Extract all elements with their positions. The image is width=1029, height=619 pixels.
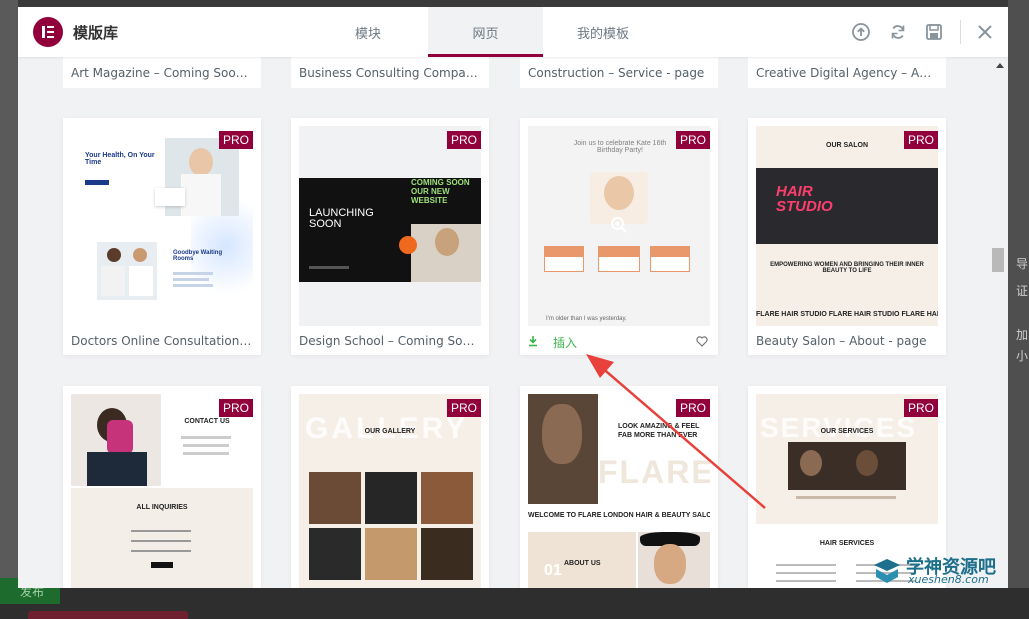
template-title: Doctors Online Consultation -H...: [71, 334, 253, 348]
bg-text: 小: [1016, 349, 1029, 363]
template-thumbnail[interactable]: CONTACT US ALL INQUIRIES: [71, 394, 253, 588]
insert-button[interactable]: 插入: [553, 334, 577, 351]
thumb-sign: HAIR STUDIO: [776, 183, 833, 215]
thumb-subtitle: HAIR SERVICES: [819, 540, 875, 547]
template-thumbnail[interactable]: LAUNCHING SOON COMING SOON OUR NEW WEBSI…: [299, 126, 481, 326]
thumb-headline: Your Health, On Your Time: [85, 152, 155, 166]
save-icon[interactable]: [924, 22, 944, 42]
zoom-icon[interactable]: [610, 216, 628, 234]
template-card[interactable]: LAUNCHING SOON COMING SOON OUR NEW WEBSI…: [291, 118, 489, 355]
thumb-inquiries: ALL INQUIRIES: [136, 504, 188, 511]
elementor-logo-icon: [33, 17, 63, 47]
heart-icon[interactable]: [696, 336, 708, 347]
pro-badge: PRO: [218, 399, 253, 417]
editor-tab: [28, 611, 188, 619]
template-thumbnail[interactable]: Join us to celebrate Kate 16th Birthday …: [528, 126, 710, 326]
thumb-marquee: COMING SOON OUR NEW WEBSITE: [411, 178, 470, 205]
pro-badge: PRO: [446, 399, 481, 417]
bg-text: 加: [1016, 328, 1029, 342]
template-thumbnail[interactable]: Your Health, On Your Time Goodbye Waitin…: [71, 126, 253, 326]
template-title: Art Magazine – Coming Soon - ...: [71, 66, 253, 80]
bg-text: 导: [1016, 257, 1029, 271]
thumb-about: ABOUT US: [564, 560, 601, 567]
scrollbar-thumb[interactable]: [992, 248, 1004, 272]
pro-badge: PRO: [903, 131, 938, 149]
modal-header: 模版库 模块 网页 我的模板: [18, 7, 1008, 57]
book-logo-icon: [874, 559, 900, 583]
template-card[interactable]: GALLERY OUR GALLERY PRO: [291, 386, 489, 588]
template-title: Business Consulting Company ...: [299, 66, 481, 80]
sync-icon[interactable]: [888, 22, 908, 42]
template-card[interactable]: Construction – Service - page: [520, 57, 718, 88]
pro-badge: PRO: [675, 399, 710, 417]
template-library-modal: 模版库 模块 网页 我的模板 Art Magazine – Coming Soo…: [18, 7, 1008, 588]
tab-blocks[interactable]: 模块: [313, 7, 423, 57]
scrollbar-track[interactable]: [993, 57, 1008, 588]
template-card[interactable]: Join us to celebrate Kate 16th Birthday …: [520, 118, 718, 355]
scroll-up-arrow-icon[interactable]: [996, 63, 1004, 68]
modal-title: 模版库: [73, 24, 119, 42]
close-icon[interactable]: [975, 22, 995, 42]
template-card[interactable]: Creative Digital Agency – About...: [748, 57, 946, 88]
template-title: Beauty Salon – About - page: [756, 334, 927, 348]
watermark: 学神资源吧 xueshen8.com: [872, 553, 1002, 589]
thumb-title: OUR GALLERY: [364, 428, 416, 435]
thumb-headline: LAUNCHING SOON: [309, 207, 374, 230]
thumb-ticker: FLARE HAIR STUDIO FLARE HAIR STUDIO FLAR…: [756, 311, 938, 318]
pro-badge: PRO: [903, 399, 938, 417]
thumb-subheadline: Goodbye Waiting Rooms: [173, 250, 223, 262]
pro-badge: PRO: [446, 131, 481, 149]
thumb-banner: WELCOME TO FLARE LONDON HAIR & BEAUTY SA…: [528, 512, 710, 519]
thumb-headline: LOOK AMAZING & FEEL FAB MORE THAN EVER: [618, 423, 700, 439]
thumb-big: FLARE: [598, 454, 710, 490]
template-title: Creative Digital Agency – About...: [756, 66, 938, 80]
bg-text: 证: [1016, 284, 1029, 298]
template-title: Construction – Service - page: [528, 66, 705, 80]
editor-right-panel: 导 证 加 小: [1008, 0, 1029, 619]
pro-badge: PRO: [218, 131, 253, 149]
header-divider: [960, 20, 961, 44]
template-thumbnail[interactable]: GALLERY OUR GALLERY: [299, 394, 481, 588]
template-card[interactable]: Business Consulting Company ...: [291, 57, 489, 88]
upload-icon[interactable]: [851, 22, 871, 42]
template-card[interactable]: OUR SALON HAIR STUDIO EMPOWERING WOMEN A…: [748, 118, 946, 355]
watermark-url: xueshen8.com: [908, 573, 989, 586]
template-card[interactable]: Art Magazine – Coming Soon - ...: [63, 57, 261, 88]
pro-badge: PRO: [675, 131, 710, 149]
template-card[interactable]: Your Health, On Your Time Goodbye Waitin…: [63, 118, 261, 355]
tab-pages[interactable]: 网页: [428, 7, 543, 57]
editor-left-panel: [0, 0, 18, 619]
template-card[interactable]: LOOK AMAZING & FEEL FAB MORE THAN EVER F…: [520, 386, 718, 588]
template-thumbnail[interactable]: OUR SALON HAIR STUDIO EMPOWERING WOMEN A…: [756, 126, 938, 326]
download-icon[interactable]: [528, 336, 538, 347]
thumb-title: CONTACT US: [184, 418, 230, 425]
insert-row: 插入: [528, 334, 710, 350]
template-title: Design School – Coming Soon -...: [299, 334, 481, 348]
thumb-title: OUR SERVICES: [820, 428, 874, 435]
template-thumbnail[interactable]: LOOK AMAZING & FEEL FAB MORE THAN EVER F…: [528, 394, 710, 588]
template-card[interactable]: CONTACT US ALL INQUIRIES PRO: [63, 386, 261, 588]
thumb-tagline: EMPOWERING WOMEN AND BRINGING THEIR INNE…: [770, 262, 924, 274]
tab-my-templates[interactable]: 我的模板: [548, 7, 658, 57]
